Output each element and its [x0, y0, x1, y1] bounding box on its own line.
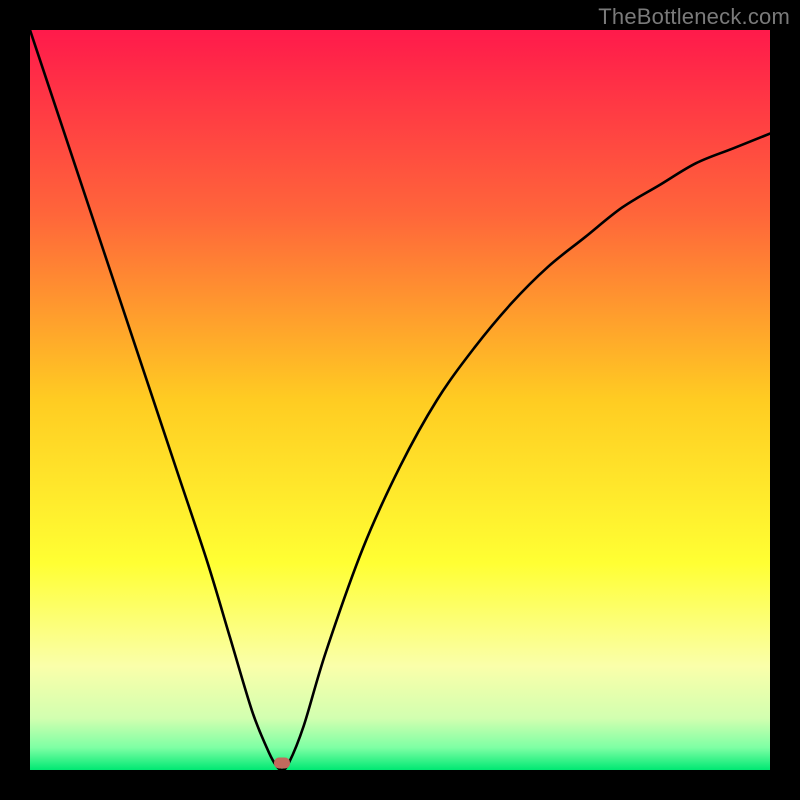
watermark-label: TheBottleneck.com: [598, 4, 790, 30]
bottleneck-curve: [30, 30, 770, 770]
chart-frame: TheBottleneck.com: [0, 0, 800, 800]
plot-area: [30, 30, 770, 770]
optimum-marker-icon: [274, 757, 290, 768]
